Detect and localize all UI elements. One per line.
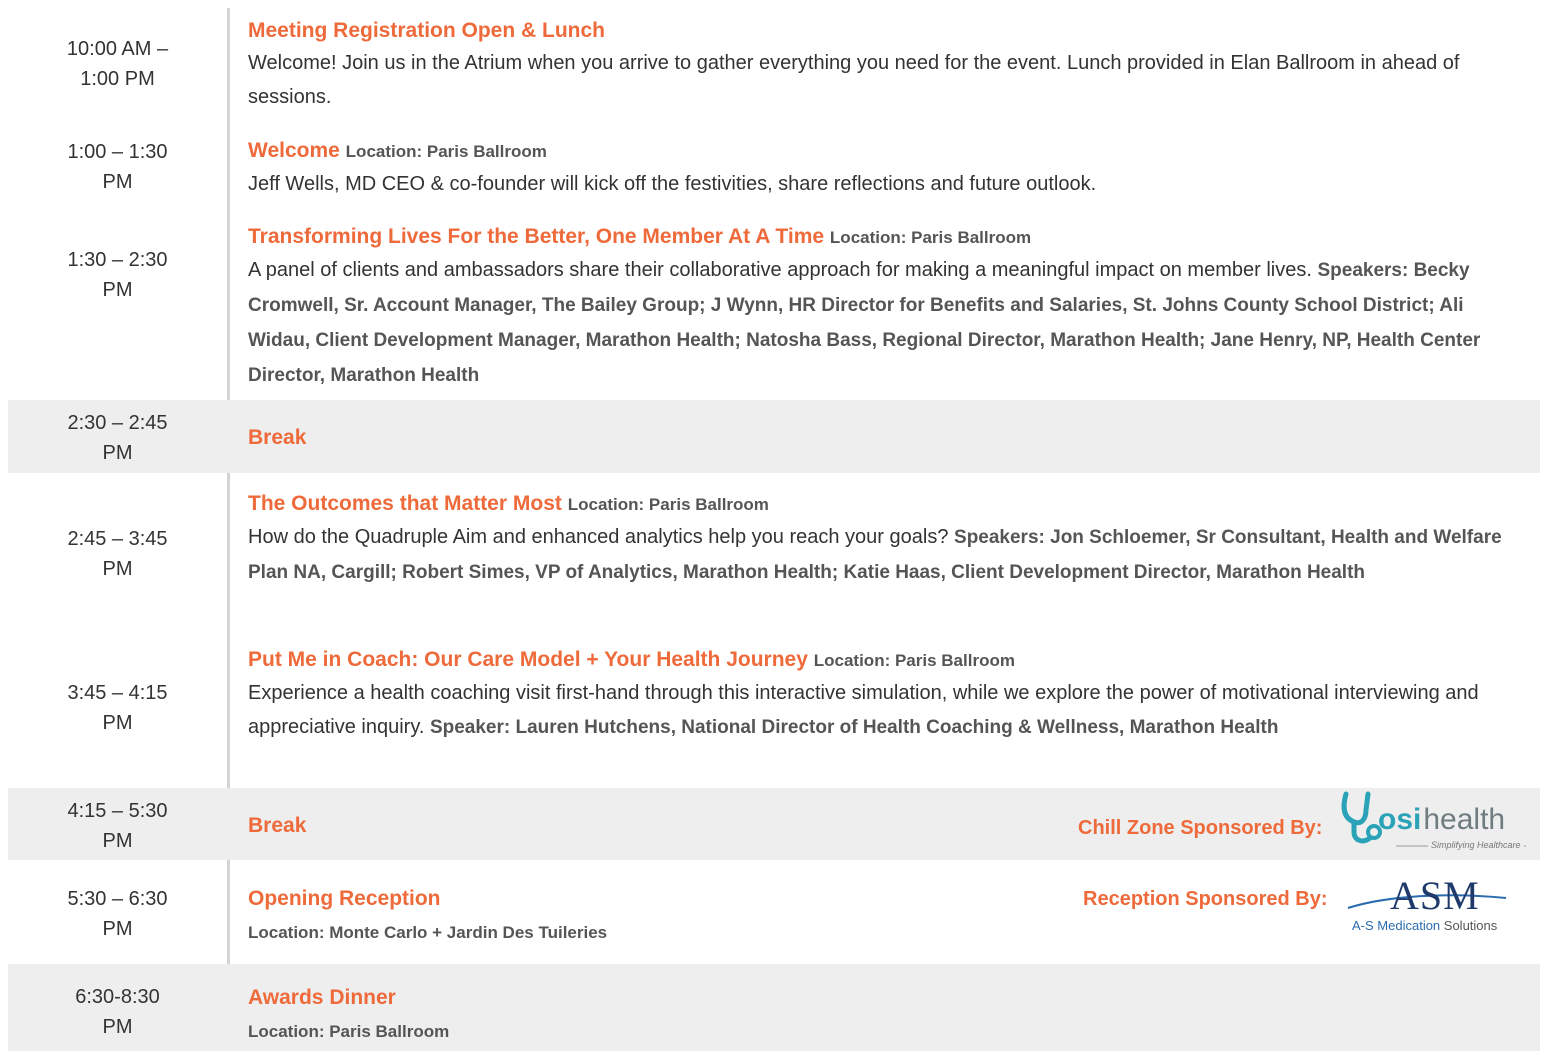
session-content: Meeting Registration Open & Lunch Welcom… [248,16,1526,114]
schedule-row-awards-dinner: 6:30-8:30 PM Awards Dinner Location: Par… [8,964,1540,1051]
schedule-row-break-2: 4:15 – 5:30 PM Break Chill Zone Sponsore… [8,788,1540,860]
session-location: Location: Paris Ballroom [829,228,1032,247]
session-title-line: Transforming Lives For the Better, One M… [248,222,1526,253]
session-location: Location: Paris Ballroom [345,142,547,161]
schedule-row-break-1: 2:30 – 2:45 PM Break [8,400,1540,473]
time-end: PM [102,918,133,940]
logo-health-text: health [1423,803,1506,836]
session-description: How do the Quadruple Aim and enhanced an… [248,520,1526,590]
session-content: Opening Reception Location: Monte Carlo … [248,884,1526,948]
schedule-row-outcomes: 2:45 – 3:45 PM The Outcomes that Matter … [8,478,1540,628]
time-end: 1:00 PM [80,68,155,90]
time-cell: 4:15 – 5:30 PM [8,796,227,856]
session-location: Location: Paris Ballroom [248,1022,450,1041]
session-content: Break [248,423,1526,453]
session-description: Jeff Wells, MD CEO & co-founder will kic… [248,173,1097,195]
time-cell: 3:45 – 4:15 PM [8,678,227,738]
session-content: Awards Dinner Location: Paris Ballroom [248,983,1526,1047]
session-title-line: Welcome Location: Paris Ballroom [248,136,1526,167]
logo-tag-b: Medication [1377,918,1441,933]
sponsor-label: Chill Zone Sponsored By: [1078,817,1323,839]
time-end: PM [102,171,133,193]
logo-yosi-text: osi [1378,803,1422,836]
session-location: Location: Paris Ballroom [567,495,769,514]
time-start: 10:00 AM – [66,38,169,60]
time-start: 1:30 – 2:30 [67,249,168,271]
session-title: Transforming Lives For the Better, One M… [248,225,825,248]
asm-logo: ASM A-S Medication Solutions [1346,874,1526,940]
sponsor-label: Reception Sponsored By: [1083,888,1328,910]
session-description: Welcome! Join us in the Atrium when you … [248,52,1460,108]
time-end: PM [102,1016,133,1038]
time-cell: 1:30 – 2:30 PM [8,245,227,305]
schedule-row-welcome: 1:00 – 1:30 PM Welcome Location: Paris B… [8,126,1540,206]
schedule-row-coach: 3:45 – 4:15 PM Put Me in Coach: Our Care… [8,632,1540,784]
logo-tagline: Simplifying Healthcare [1428,840,1524,850]
time-start: 2:45 – 3:45 [67,528,168,550]
session-content: Break [248,811,1526,841]
yosi-health-logo: osihealth Simplifying Healthcare [1336,788,1532,856]
session-description: Experience a health coaching visit first… [248,676,1526,745]
schedule-row-transforming-lives: 1:30 – 2:30 PM Transforming Lives For th… [8,210,1540,396]
session-title: Opening Reception [248,887,441,910]
time-cell: 1:00 – 1:30 PM [8,137,227,197]
session-content: Transforming Lives For the Better, One M… [248,222,1526,393]
session-title-line: Put Me in Coach: Our Care Model + Your H… [248,645,1526,676]
time-end: PM [102,279,133,301]
session-content: The Outcomes that Matter Most Location: … [248,489,1526,590]
session-description-text: How do the Quadruple Aim and enhanced an… [248,526,949,548]
session-content: Put Me in Coach: Our Care Model + Your H… [248,645,1526,745]
time-start: 4:15 – 5:30 [67,800,168,822]
session-title: Welcome [248,139,340,162]
session-title: Meeting Registration Open & Lunch [248,19,606,42]
session-description: A panel of clients and ambassadors share… [248,253,1526,393]
session-title: Put Me in Coach: Our Care Model + Your H… [248,648,808,671]
time-end: PM [102,830,133,852]
session-title-line: The Outcomes that Matter Most Location: … [248,489,1526,520]
schedule-row-registration: 10:00 AM – 1:00 PM Meeting Registration … [8,10,1540,122]
session-title: Break [248,426,307,449]
time-cell: 10:00 AM – 1:00 PM [8,34,227,94]
logo-asm-text: ASM [1390,873,1480,918]
time-start: 3:45 – 4:15 [67,682,168,704]
time-end: PM [102,442,133,464]
time-cell: 5:30 – 6:30 PM [8,884,227,944]
time-end: PM [102,558,133,580]
schedule-row-opening-reception: 5:30 – 6:30 PM Opening Reception Locatio… [8,864,1540,960]
session-location: Location: Paris Ballroom [813,651,1015,670]
time-cell: 2:30 – 2:45 PM [8,408,227,468]
session-title: The Outcomes that Matter Most [248,492,562,515]
time-cell: 6:30-8:30 PM [8,982,227,1042]
time-start: 1:00 – 1:30 [67,141,168,163]
logo-tag-c: Solutions [1440,918,1498,933]
logo-tagline: A-S Medication Solutions [1352,918,1497,933]
session-description-text: A panel of clients and ambassadors share… [248,259,1312,281]
time-start: 5:30 – 6:30 [67,888,168,910]
time-end: PM [102,712,133,734]
time-start: 2:30 – 2:45 [67,412,168,434]
time-cell: 2:45 – 3:45 PM [8,524,227,584]
session-location: Location: Monte Carlo + Jardin Des Tuile… [248,923,608,942]
session-content: Welcome Location: Paris Ballroom Jeff We… [248,136,1526,201]
time-start: 6:30-8:30 [75,986,160,1008]
session-title: Break [248,814,307,837]
session-speakers: Speaker: Lauren Hutchens, National Direc… [429,717,1279,738]
logo-tag-a: A-S [1352,918,1378,933]
session-title: Awards Dinner [248,986,396,1009]
